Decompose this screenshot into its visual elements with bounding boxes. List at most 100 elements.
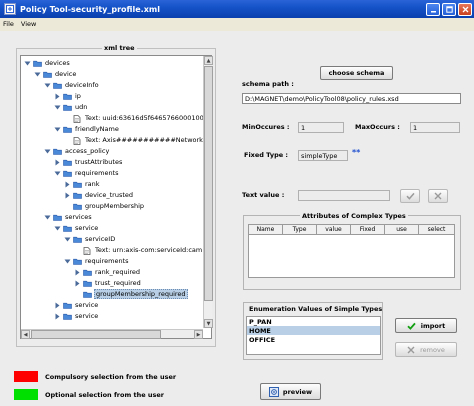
text-node-icon (73, 136, 82, 145)
tree-node-label: trustAttributes (75, 158, 123, 166)
text-value-field[interactable] (298, 190, 390, 201)
enumeration-list[interactable]: P_PAN HOME OFFICE (246, 316, 381, 355)
scroll-left-icon[interactable]: ◀ (21, 330, 30, 339)
tree-node[interactable]: groupMembership_required (74, 289, 188, 299)
expand-toggle-icon[interactable] (54, 170, 61, 177)
enumeration-item[interactable]: P_PAN (247, 317, 380, 326)
tree-node[interactable]: serviceID (64, 234, 116, 244)
expand-toggle-icon[interactable] (44, 214, 51, 221)
tree-node-label: udn (75, 103, 88, 111)
column-header[interactable]: Fixed (351, 225, 385, 235)
tree-node[interactable]: requirements (64, 256, 130, 266)
collapse-toggle-icon[interactable] (54, 302, 61, 309)
import-button[interactable]: import (395, 318, 457, 333)
tree-node-label: groupMembership_required (94, 289, 188, 299)
expand-toggle-icon[interactable] (54, 225, 61, 232)
collapse-toggle-icon[interactable] (54, 93, 61, 100)
column-header[interactable]: value (317, 225, 351, 235)
tree-node-label: service (75, 301, 99, 309)
tree-node[interactable]: device (34, 69, 77, 79)
vertical-scroll-thumb[interactable] (204, 66, 213, 301)
tree-node[interactable]: requirements (54, 168, 120, 178)
folder-icon (53, 82, 62, 89)
column-header[interactable]: select (419, 225, 454, 235)
tree-node-label: access_policy (65, 147, 110, 155)
folder-icon (73, 181, 82, 188)
text-value-label: Text value : (242, 191, 285, 199)
min-occurs-field[interactable]: 1 (298, 122, 344, 133)
menu-view[interactable]: View (21, 20, 36, 28)
scroll-up-icon[interactable]: ▲ (204, 56, 213, 65)
tree-node[interactable]: rank (64, 179, 101, 189)
horizontal-scroll-thumb[interactable] (31, 330, 161, 339)
schema-path-field[interactable]: D:\MAGNET\demo\PolicyTool08\policy_rules… (242, 93, 461, 104)
expand-toggle-icon[interactable] (34, 71, 41, 78)
folder-icon (83, 269, 92, 276)
maximize-button[interactable] (442, 2, 456, 16)
tree-node[interactable]: trustAttributes (54, 157, 123, 167)
tree-node[interactable]: ip (54, 91, 82, 101)
enumeration-item[interactable]: HOME (247, 326, 380, 335)
tree-node[interactable]: services (44, 212, 93, 222)
check-icon (405, 192, 415, 200)
confirm-text-button[interactable] (400, 189, 420, 203)
tree-node[interactable]: service (54, 223, 99, 233)
folder-icon (83, 280, 92, 287)
column-header[interactable]: Name (249, 225, 283, 235)
tree-node[interactable]: groupMembership (64, 201, 145, 211)
expand-toggle-icon[interactable] (54, 126, 61, 133)
close-button[interactable] (458, 2, 472, 16)
tree-vertical-scrollbar[interactable]: ▲ ▼ (203, 56, 213, 328)
preview-button[interactable]: preview (260, 383, 321, 400)
expand-toggle-icon[interactable] (44, 82, 51, 89)
expand-toggle-icon[interactable] (64, 236, 71, 243)
fixed-type-field[interactable]: simpleType (298, 150, 348, 161)
tree-node[interactable]: trust_required (74, 278, 142, 288)
collapse-toggle-icon[interactable] (74, 280, 81, 287)
tree-node[interactable]: service (54, 300, 99, 310)
xml-tree[interactable]: devices device deviceInfo ip udn Text: uuid:6… (20, 55, 212, 339)
tree-node[interactable]: udn (54, 102, 88, 112)
column-header[interactable]: use (385, 225, 419, 235)
collapse-toggle-icon[interactable] (64, 192, 71, 199)
scroll-right-icon[interactable]: ▶ (194, 330, 203, 339)
tree-node[interactable]: friendlyName (54, 124, 120, 134)
menu-file[interactable]: File (3, 20, 14, 28)
attributes-title: Attributes of Complex Types (300, 212, 408, 220)
tree-node[interactable]: deviceInfo (44, 80, 100, 90)
tree-node[interactable]: devices (24, 58, 71, 68)
expand-toggle-icon[interactable] (24, 60, 31, 67)
column-header[interactable]: Type (283, 225, 317, 235)
tree-node-label: requirements (85, 257, 129, 265)
scroll-down-icon[interactable]: ▼ (204, 319, 213, 328)
tree-horizontal-scrollbar[interactable]: ◀ ▶ (21, 329, 203, 339)
clear-text-button[interactable] (428, 189, 448, 203)
tree-node[interactable]: Text: urn:axis-com:serviceId:cam (74, 245, 203, 255)
tree-node[interactable]: Text: uuid:63616d5f6465766000100-00-4 (64, 113, 211, 123)
remove-button[interactable]: remove (395, 342, 457, 357)
choose-schema-button[interactable]: choose schema (320, 66, 393, 80)
collapse-toggle-icon[interactable] (54, 159, 61, 166)
tree-node[interactable]: access_policy (44, 146, 110, 156)
minimize-button[interactable] (426, 2, 440, 16)
expand-toggle-icon[interactable] (64, 258, 71, 265)
folder-icon (63, 302, 72, 309)
expand-toggle-icon[interactable] (44, 148, 51, 155)
folder-icon (43, 71, 52, 78)
collapse-toggle-icon[interactable] (54, 313, 61, 320)
tree-node[interactable]: Text: Axis###########Network#### (64, 135, 211, 145)
compulsory-label: Compulsory selection from the user (45, 373, 177, 381)
expand-toggle-icon[interactable] (54, 104, 61, 111)
tree-node[interactable]: rank_required (74, 267, 141, 277)
cross-icon (407, 346, 415, 353)
collapse-toggle-icon[interactable] (74, 269, 81, 276)
enumeration-item[interactable]: OFFICE (247, 335, 380, 344)
menu-bar: File View (0, 18, 474, 30)
max-occurs-field[interactable]: 1 (410, 122, 460, 133)
tree-node[interactable]: service (54, 311, 99, 321)
attributes-table[interactable]: Name Type value Fixed use select (248, 224, 455, 278)
collapse-toggle-icon[interactable] (64, 181, 71, 188)
compulsory-color-swatch (14, 371, 38, 382)
tree-node[interactable]: device_trusted (64, 190, 134, 200)
tree-node-label: requirements (75, 169, 119, 177)
